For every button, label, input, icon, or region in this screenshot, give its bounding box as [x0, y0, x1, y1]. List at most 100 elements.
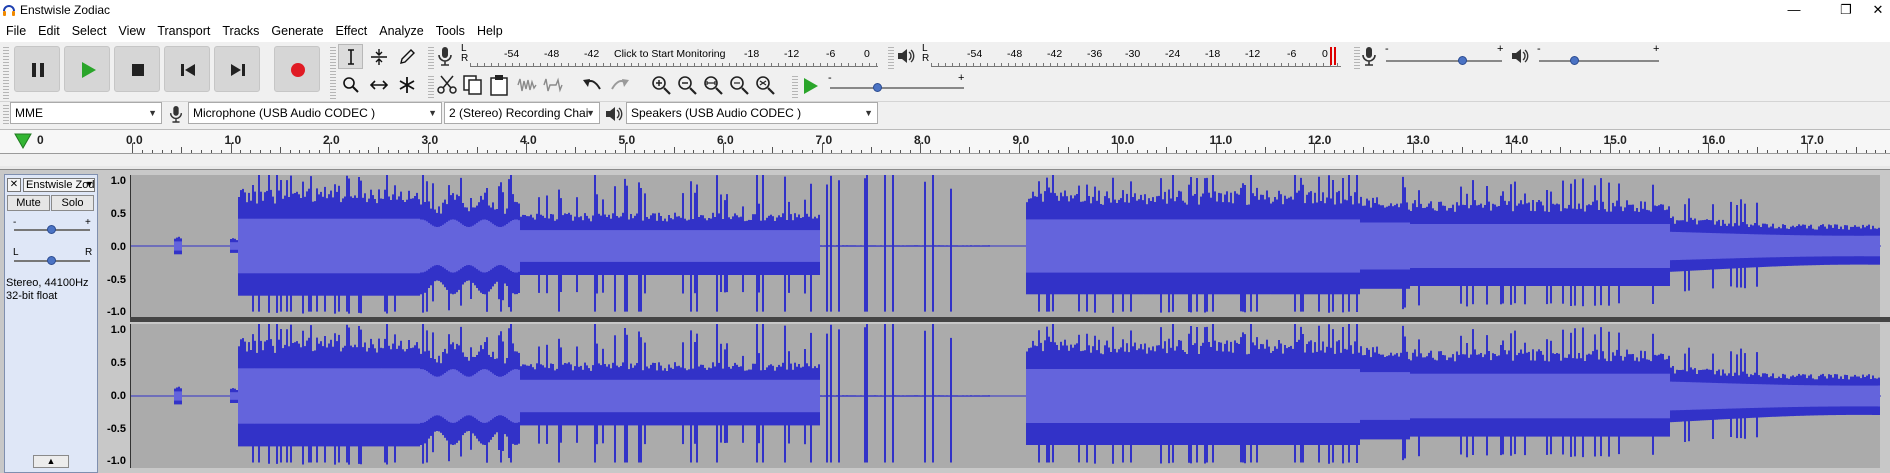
ruler-tick	[713, 150, 714, 153]
record-volume-thumb[interactable]	[1458, 56, 1467, 65]
menu-analyze[interactable]: Analyze	[373, 20, 429, 42]
solo-button[interactable]: Solo	[51, 195, 94, 211]
menu-effect[interactable]: Effect	[330, 20, 374, 42]
multi-tool[interactable]	[394, 72, 419, 97]
fit-selection-icon[interactable]	[702, 74, 724, 96]
tools-toolbar-grip[interactable]	[330, 45, 336, 99]
ruler-tick	[1442, 150, 1443, 153]
copy-icon[interactable]	[462, 74, 484, 96]
play-volume-thumb[interactable]	[1570, 56, 1579, 65]
ruler-tick	[309, 150, 310, 153]
paste-icon[interactable]	[488, 74, 510, 96]
fit-project-icon[interactable]	[728, 74, 750, 96]
collapse-track-button[interactable]: ▲	[33, 455, 69, 468]
play-button[interactable]	[64, 46, 110, 92]
menu-help[interactable]: Help	[471, 20, 509, 42]
waveform-channel-1[interactable]	[130, 175, 1881, 317]
track-control-panel[interactable]: ✕ Enstwisle Zodiac ▼ Mute Solo - + L R S…	[4, 174, 98, 473]
play-meter-label: -12	[1245, 48, 1261, 60]
playback-meter[interactable]: -54 -48 -42 -36 -30 -24 -18 -12 -6 0	[931, 45, 1341, 67]
menu-select[interactable]: Select	[66, 20, 113, 42]
ruler-tick	[526, 143, 527, 153]
record-button[interactable]	[274, 46, 320, 92]
menu-tools[interactable]: Tools	[430, 20, 471, 42]
waveform-channel-2[interactable]	[130, 324, 1881, 468]
play-at-speed-icon[interactable]	[800, 76, 820, 96]
edit-toolbar-grip[interactable]	[428, 74, 434, 98]
ruler-tick	[654, 150, 655, 153]
vertical-scale-channel-2[interactable]: 1.0 0.5 0.0 -0.5 -1.0	[98, 324, 130, 467]
draw-tool[interactable]	[394, 44, 419, 69]
pan-slider[interactable]	[14, 256, 90, 265]
vertical-scale-channel-1[interactable]: 1.0 0.5 0.0 -0.5 -1.0	[98, 175, 130, 318]
recording-channels-select[interactable]: 2 (Stereo) Recording Chai ▼	[444, 102, 600, 124]
ruler-tick	[940, 150, 941, 153]
play-meter-grip[interactable]	[888, 45, 894, 69]
transport-toolbar-grip[interactable]	[3, 45, 9, 99]
ruler-tick	[388, 150, 389, 153]
pinned-play-head-icon[interactable]	[14, 133, 32, 149]
skip-to-start-button[interactable]	[164, 46, 210, 92]
menu-transport[interactable]: Transport	[151, 20, 216, 42]
ruler-tick	[1009, 150, 1010, 153]
ruler-tick-label: 16.0	[1702, 133, 1726, 147]
menu-tracks[interactable]: Tracks	[216, 20, 265, 42]
selection-tool[interactable]	[338, 44, 363, 69]
restore-button[interactable]: ❐	[1824, 0, 1868, 20]
ruler-tick	[1580, 150, 1581, 153]
play-speed-slider[interactable]	[830, 83, 964, 92]
playback-device-select[interactable]: Speakers (USB Audio CODEC ) ▼	[626, 102, 878, 124]
menu-file[interactable]: File	[0, 20, 32, 42]
pause-button[interactable]	[14, 46, 60, 92]
ruler-tick	[1550, 150, 1551, 153]
recording-device-select[interactable]: Microphone (USB Audio CODEC ) ▼	[188, 102, 442, 124]
ruler-tick	[1590, 150, 1591, 153]
ruler-tick	[1403, 150, 1404, 153]
ruler-tick	[950, 150, 951, 153]
menu-bar: File Edit Select View Transport Tracks G…	[0, 20, 1890, 42]
track-close-button[interactable]: ✕	[7, 178, 21, 192]
speaker-icon[interactable]	[896, 47, 916, 65]
gain-slider[interactable]	[14, 225, 90, 234]
ruler-tick	[299, 150, 300, 153]
mute-button[interactable]: Mute	[7, 195, 50, 211]
cut-icon[interactable]	[436, 74, 458, 96]
microphone-icon[interactable]	[436, 46, 454, 66]
audio-host-select[interactable]: MME ▼	[10, 102, 162, 124]
zoom-toggle-icon[interactable]	[754, 74, 776, 96]
play-speed-thumb[interactable]	[873, 83, 882, 92]
ruler-tick	[1117, 143, 1118, 153]
gain-slider-thumb[interactable]	[47, 225, 56, 234]
redo-icon[interactable]	[608, 75, 630, 95]
ruler-tick	[1265, 147, 1266, 153]
zoom-in-icon[interactable]	[650, 74, 672, 96]
trim-audio-icon[interactable]	[516, 74, 538, 96]
record-volume-slider[interactable]	[1386, 56, 1502, 65]
zoom-out-icon[interactable]	[676, 74, 698, 96]
ruler-tick	[1058, 150, 1059, 153]
stop-button[interactable]	[114, 46, 160, 92]
skip-to-end-button[interactable]	[214, 46, 260, 92]
zoom-tool[interactable]	[338, 72, 363, 97]
undo-icon[interactable]	[582, 75, 604, 95]
device-toolbar-grip[interactable]	[3, 104, 9, 124]
close-window-button[interactable]: ✕	[1866, 0, 1890, 20]
record-meter-grip[interactable]	[428, 45, 434, 69]
click-to-start-monitoring[interactable]: Click to Start Monitoring	[614, 48, 726, 60]
record-meter[interactable]: -54 -48 -42 Click to Start Monitoring -1…	[470, 45, 878, 67]
ruler-tick	[1284, 150, 1285, 153]
time-shift-tool[interactable]	[366, 72, 391, 97]
ruler-tick	[211, 150, 212, 153]
play-volume-slider[interactable]	[1539, 56, 1659, 65]
menu-view[interactable]: View	[112, 20, 151, 42]
envelope-tool[interactable]	[366, 44, 391, 69]
timeline-ruler[interactable]: 0 0.0 1.0 2.0 3.0 4.0 5.0 6.0 7.0 8.0 9.0 10.0 11.0 1…	[0, 129, 1890, 154]
play-at-speed-grip[interactable]	[792, 74, 798, 98]
menu-generate[interactable]: Generate	[265, 20, 329, 42]
pan-slider-thumb[interactable]	[47, 256, 56, 265]
playback-device-value: Speakers (USB Audio CODEC )	[631, 106, 802, 120]
menu-edit[interactable]: Edit	[32, 20, 66, 42]
silence-audio-icon[interactable]	[542, 74, 564, 96]
minimize-button[interactable]: —	[1772, 0, 1816, 20]
ruler-tick	[1166, 147, 1167, 153]
